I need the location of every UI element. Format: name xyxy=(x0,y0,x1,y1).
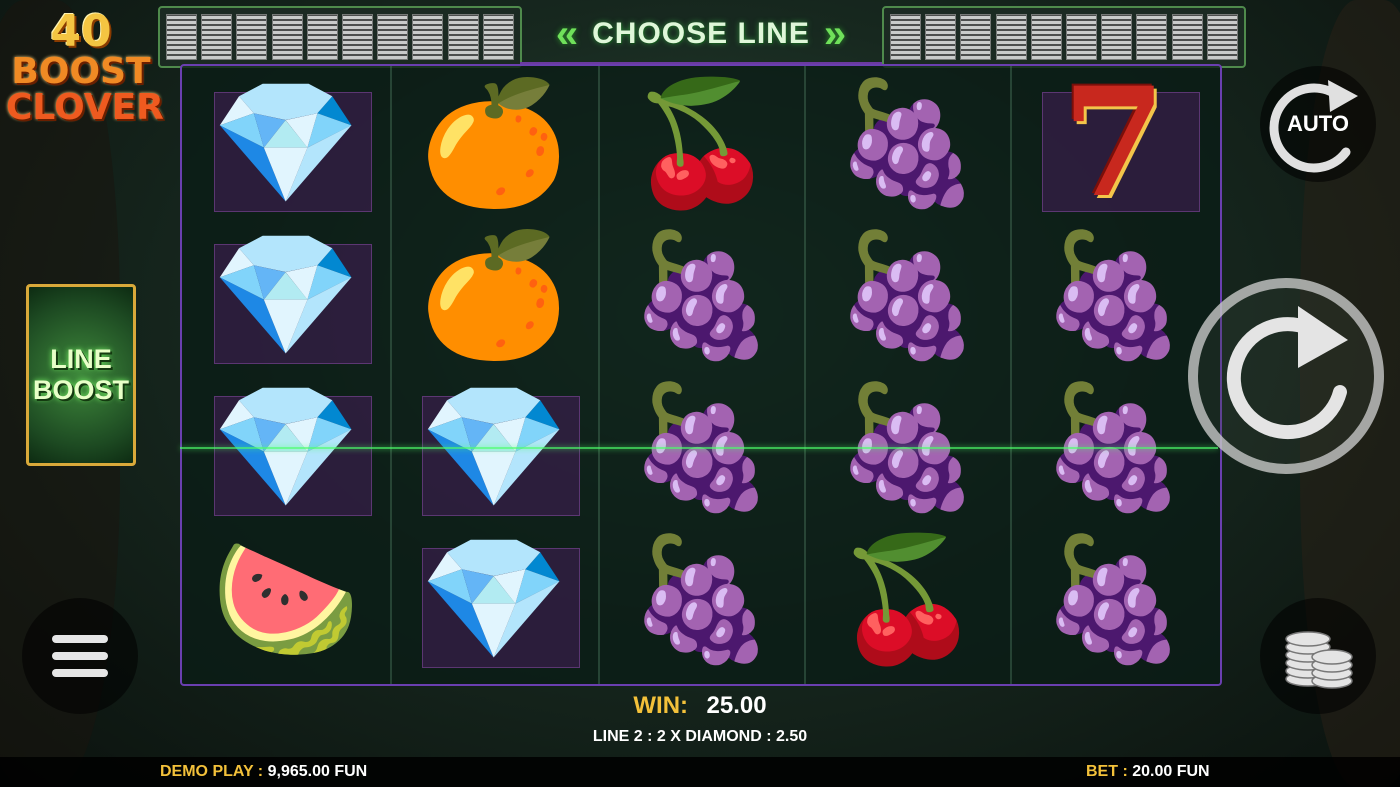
win-label: WIN: xyxy=(633,692,689,719)
coins-icon xyxy=(1285,631,1353,689)
payline-pattern[interactable] xyxy=(1101,14,1133,60)
paylines-panel-left xyxy=(158,6,522,68)
balance-value: 9,965.00 FUN xyxy=(267,763,368,780)
status-bar: DEMO PLAY : 9,965.00 FUN BET : 20.00 FUN xyxy=(0,757,1400,787)
cherry-icon: 🍒 xyxy=(833,532,983,666)
reel-cell-orange: 🍊 xyxy=(394,68,594,218)
reel-cell-watermelon: 🍉 xyxy=(186,524,386,674)
logo-word-clover: CLOVER xyxy=(6,87,164,128)
reel-cell-grapes: 🍇 xyxy=(808,68,1008,218)
payline-pattern[interactable] xyxy=(412,14,444,60)
grapes-icon: 🍇 xyxy=(833,228,983,362)
chevron-right-icon[interactable]: » xyxy=(824,14,846,54)
diamond-icon: 💎 xyxy=(419,532,569,666)
payline-pattern[interactable] xyxy=(925,14,957,60)
reel-separator xyxy=(804,66,806,684)
payline-pattern[interactable] xyxy=(201,14,233,60)
payline-pattern[interactable] xyxy=(447,14,479,60)
reel-separator xyxy=(1010,66,1012,684)
watermelon-icon: 🍉 xyxy=(211,532,361,666)
grapes-icon: 🍇 xyxy=(627,228,777,362)
reel-cell-diamond: 💎 xyxy=(394,524,594,674)
chevron-left-icon[interactable]: « xyxy=(556,14,578,54)
spin-arrow-icon xyxy=(1226,306,1348,440)
win-detail-row: LINE 2 : 2 X DIAMOND : 2.50 xyxy=(0,728,1400,746)
payline-pattern[interactable] xyxy=(1171,14,1203,60)
win-display: WIN: 25.00 xyxy=(0,692,1400,720)
win-line-detail: LINE 2 : 2 X DIAMOND : 2.50 xyxy=(592,728,808,745)
logo-word-boost: BOOST xyxy=(11,51,151,92)
demo-play-label: DEMO PLAY : xyxy=(160,763,264,780)
reel-cell-diamond: 💎 xyxy=(186,220,386,370)
orange-icon: 🍊 xyxy=(419,76,569,210)
game-logo: 40 BOOST CLOVER xyxy=(6,6,164,128)
seven-icon: 7 xyxy=(1061,55,1167,231)
choose-line-header: « CHOOSE LINE » xyxy=(520,6,882,65)
logo-number: 40 xyxy=(50,6,112,57)
payline-pattern[interactable] xyxy=(995,14,1027,60)
auto-label: AUTO xyxy=(1287,111,1349,136)
reel-cell-grapes: 🍇 xyxy=(602,220,802,370)
choose-line-label: CHOOSE LINE xyxy=(592,17,810,50)
reel-grid: 💎 💎 💎 🍉 🍊 🍊 💎 💎 🍒 🍇 🍇 🍇 🍇 🍇 🍇 🍒 7 🍇 🍇 🍇 xyxy=(180,64,1222,686)
bet-value: 20.00 FUN xyxy=(1132,763,1210,780)
grapes-icon: 🍇 xyxy=(1039,228,1189,362)
payline-pattern[interactable] xyxy=(1206,14,1238,60)
payline-pattern[interactable] xyxy=(890,14,922,60)
payline-pattern[interactable] xyxy=(1066,14,1098,60)
payline-pattern[interactable] xyxy=(1136,14,1168,60)
reel-cell-cherry: 🍒 xyxy=(602,68,802,218)
payline-pattern[interactable] xyxy=(236,14,268,60)
grapes-icon: 🍇 xyxy=(833,76,983,210)
payline-pattern[interactable] xyxy=(166,14,198,60)
reel-cell-seven: 7 xyxy=(1014,68,1214,218)
reel-cell-cherry: 🍒 xyxy=(808,524,1008,674)
grapes-icon: 🍇 xyxy=(1039,532,1189,666)
grapes-icon: 🍇 xyxy=(627,532,777,666)
reel-cell-grapes: 🍇 xyxy=(1014,524,1214,674)
reel-cell-grapes: 🍇 xyxy=(1014,220,1214,370)
spin-button[interactable] xyxy=(1188,278,1384,474)
line-boost-button[interactable]: LINE BOOST xyxy=(26,284,136,466)
bet-label: BET : xyxy=(1086,763,1128,780)
line-boost-label-boost: BOOST xyxy=(32,375,129,405)
reel-separator xyxy=(390,66,392,684)
win-amount: 25.00 xyxy=(706,692,767,719)
cherry-icon: 🍒 xyxy=(627,76,777,210)
reel-cell-orange: 🍊 xyxy=(394,220,594,370)
orange-icon: 🍊 xyxy=(419,228,569,362)
payline-pattern[interactable] xyxy=(306,14,338,60)
diamond-icon: 💎 xyxy=(211,228,361,362)
payline-pattern[interactable] xyxy=(960,14,992,60)
reel-cell-grapes: 🍇 xyxy=(808,220,1008,370)
reel-cell-diamond: 💎 xyxy=(186,68,386,218)
payline-pattern[interactable] xyxy=(377,14,409,60)
hamburger-icon xyxy=(52,635,108,677)
autoplay-button[interactable]: AUTO xyxy=(1260,66,1376,182)
payline-pattern[interactable] xyxy=(482,14,514,60)
line-boost-label-line: LINE xyxy=(50,343,112,374)
bet-display: BET : 20.00 FUN xyxy=(1086,763,1210,781)
payline-pattern[interactable] xyxy=(1030,14,1062,60)
payline-pattern[interactable] xyxy=(342,14,374,60)
payline-pattern[interactable] xyxy=(271,14,303,60)
reel-cell-grapes: 🍇 xyxy=(602,524,802,674)
diamond-icon: 💎 xyxy=(211,76,361,210)
balance-display: DEMO PLAY : 9,965.00 FUN xyxy=(160,763,367,781)
reel-separator xyxy=(598,66,600,684)
winning-payline xyxy=(180,447,1218,449)
